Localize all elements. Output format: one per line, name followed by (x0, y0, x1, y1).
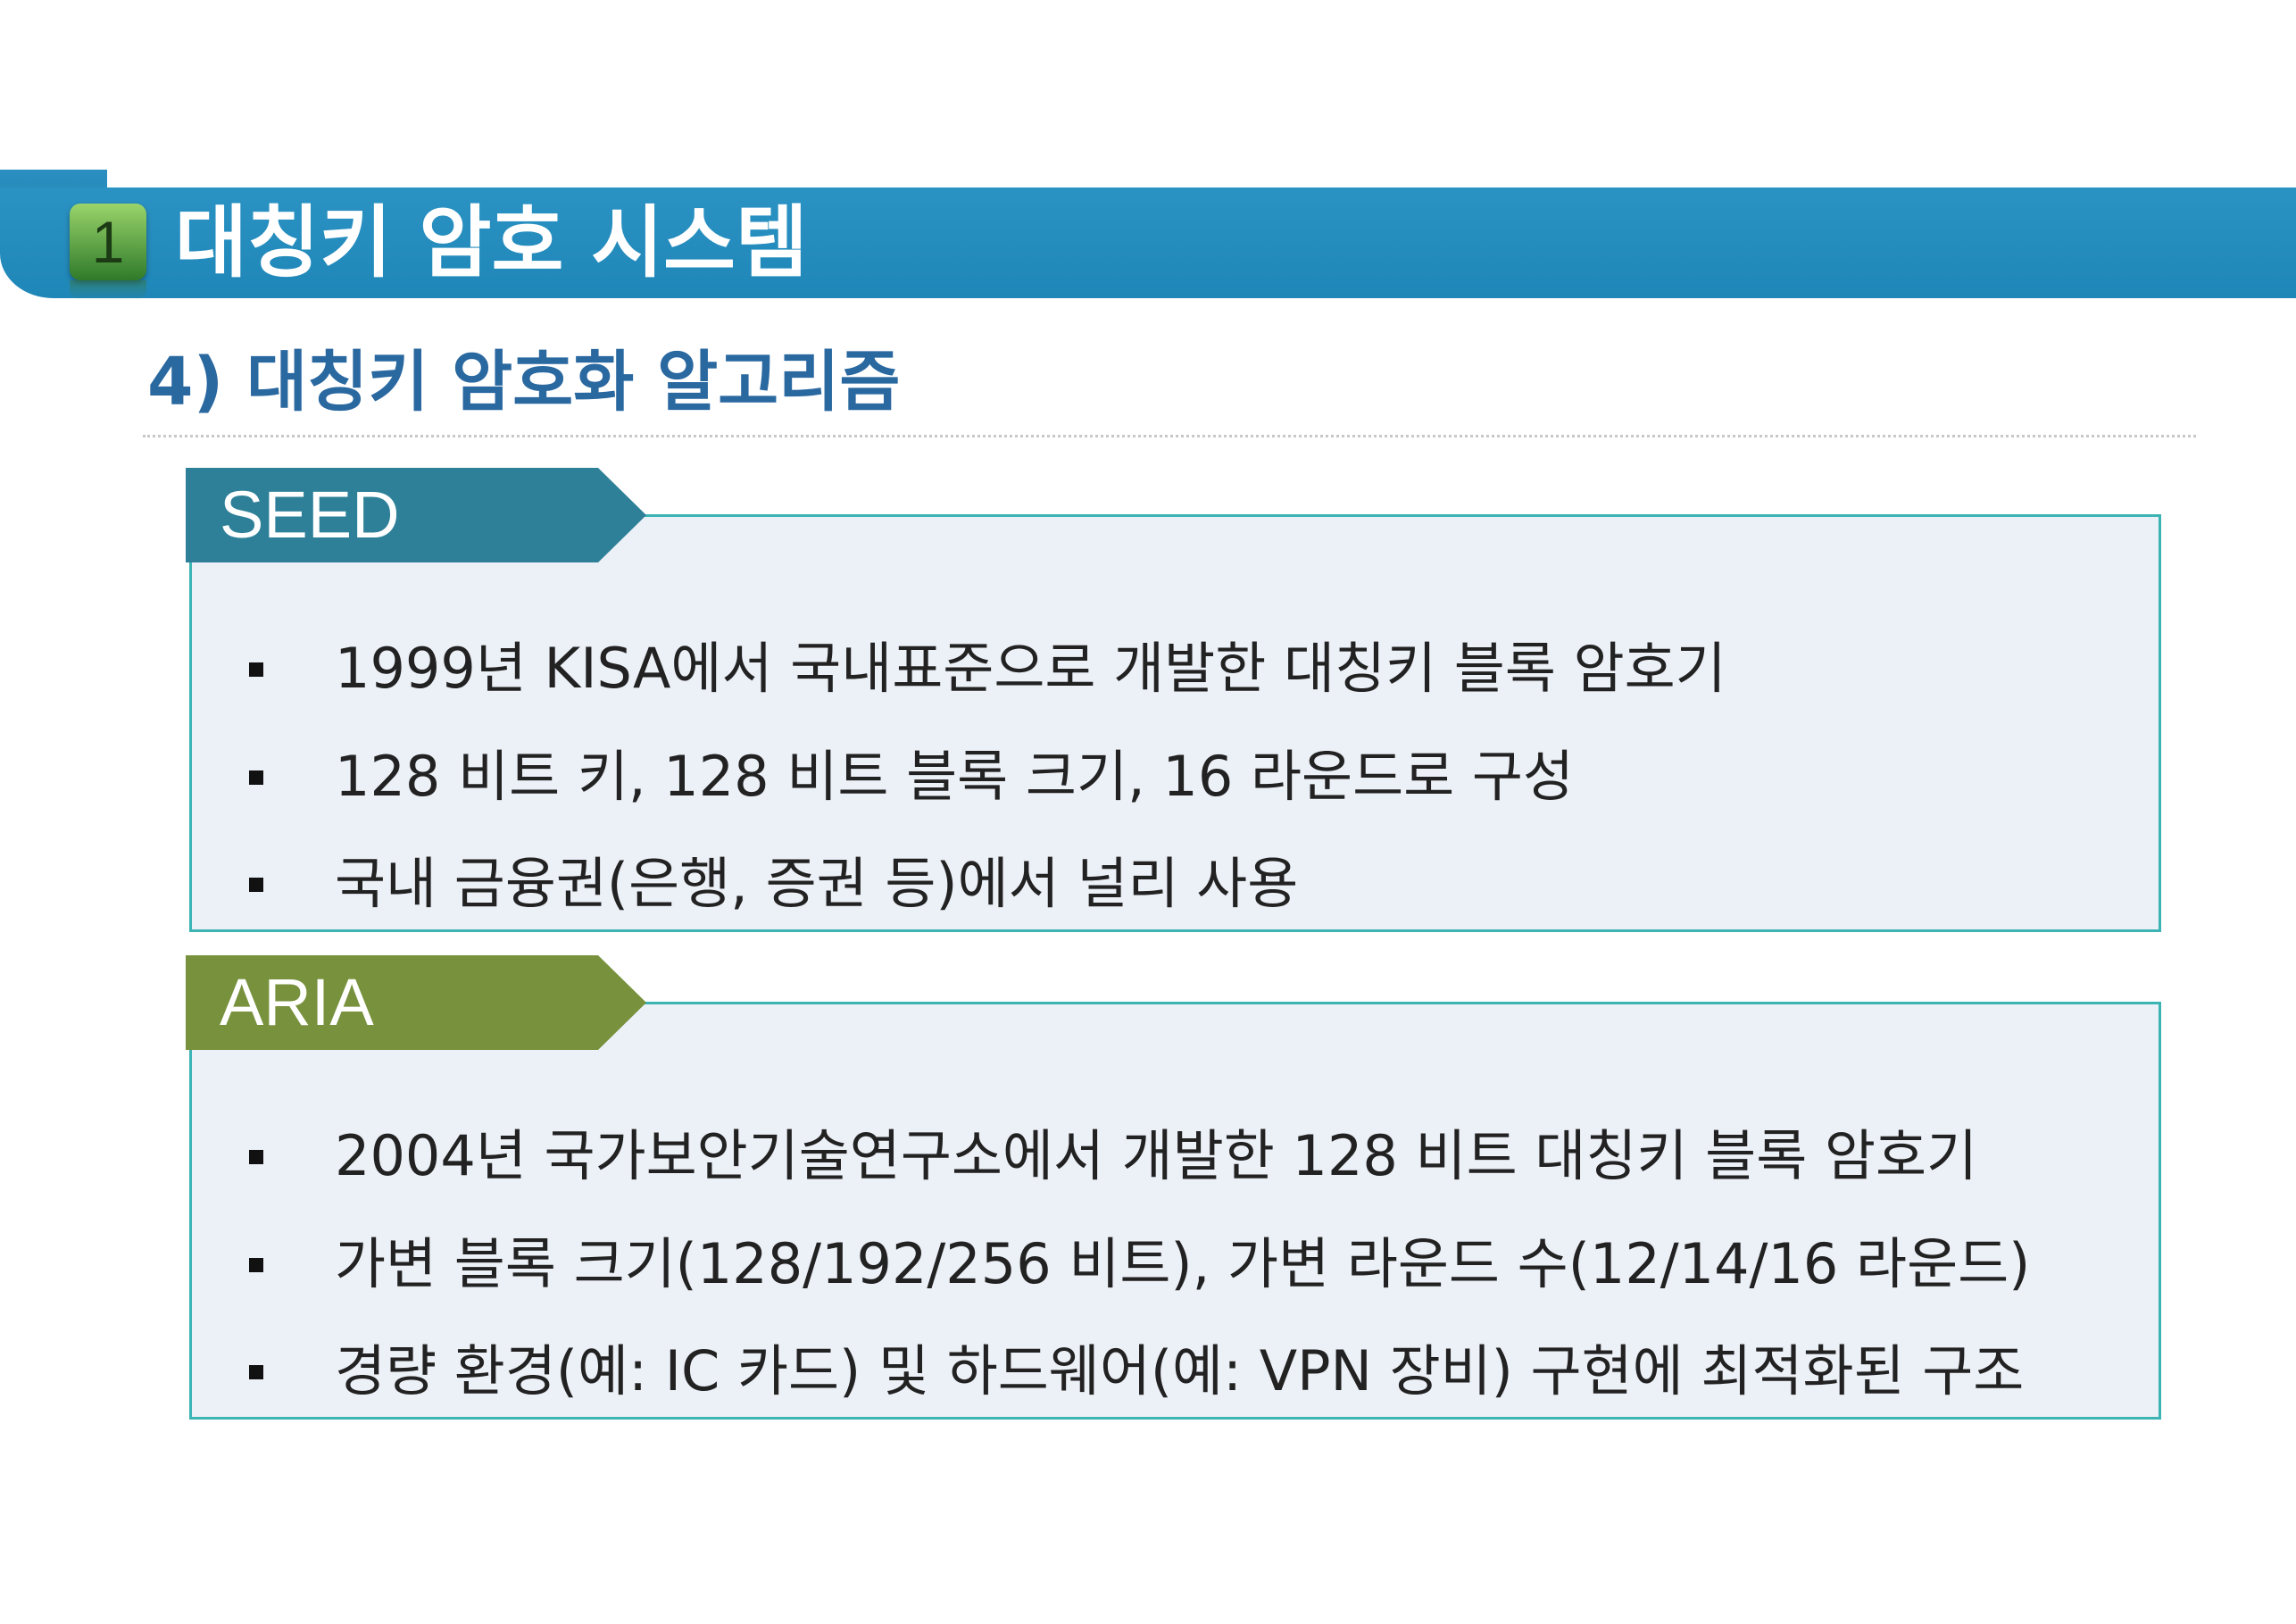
seed-panel: 1999년 KISA에서 국내표준으로 개발한 대칭키 블록 암호기 128 비… (189, 514, 2161, 932)
section-number-badge: 1 (70, 204, 146, 300)
section-number: 1 (91, 209, 125, 275)
list-item: 2004년 국가보안기술연구소에서 개발한 128 비트 대칭키 블록 암호기 (192, 1120, 2156, 1192)
bullet-square-icon (249, 1365, 263, 1379)
bullet-square-icon (249, 770, 263, 785)
aria-tag-label: ARIA (220, 965, 374, 1039)
subheading: 4) 대칭키 암호화 알고리즘 (147, 344, 901, 421)
bullet-text: 가변 블록 크기(128/192/256 비트), 가변 라운드 수(12/14… (335, 1231, 2031, 1296)
bullet-text: 국내 금융권(은행, 증권 등)에서 널리 사용 (335, 851, 1299, 916)
bullet-square-icon (249, 1258, 263, 1272)
list-item: 128 비트 키, 128 비트 블록 크기, 16 라운드로 구성 (192, 741, 2156, 812)
page-title: 대칭키 암호 시스템 (175, 196, 808, 288)
seed-tag: SEED (186, 468, 646, 562)
list-item: 1999년 KISA에서 국내표준으로 개발한 대칭키 블록 암호기 (192, 633, 2156, 704)
bullet-text: 경량 환경(예: IC 카드) 및 하드웨어(예: VPN 장비) 구현에 최적… (335, 1338, 2025, 1403)
bullet-text: 1999년 KISA에서 국내표준으로 개발한 대칭키 블록 암호기 (335, 636, 1726, 701)
bullet-square-icon (249, 662, 263, 677)
bullet-text: 128 비트 키, 128 비트 블록 크기, 16 라운드로 구성 (335, 744, 1574, 809)
aria-tag: ARIA (186, 955, 646, 1050)
list-item: 국내 금융권(은행, 증권 등)에서 널리 사용 (192, 848, 2156, 920)
list-item: 경량 환경(예: IC 카드) 및 하드웨어(예: VPN 장비) 구현에 최적… (192, 1336, 2156, 1407)
dotted-divider (143, 435, 2196, 437)
bullet-square-icon (249, 878, 263, 892)
bullet-text: 2004년 국가보안기술연구소에서 개발한 128 비트 대칭키 블록 암호기 (335, 1123, 1978, 1188)
seed-tag-label: SEED (220, 478, 400, 552)
bullet-square-icon (249, 1150, 263, 1164)
aria-panel: 2004년 국가보안기술연구소에서 개발한 128 비트 대칭키 블록 암호기 … (189, 1002, 2161, 1420)
list-item: 가변 블록 크기(128/192/256 비트), 가변 라운드 수(12/14… (192, 1228, 2156, 1300)
